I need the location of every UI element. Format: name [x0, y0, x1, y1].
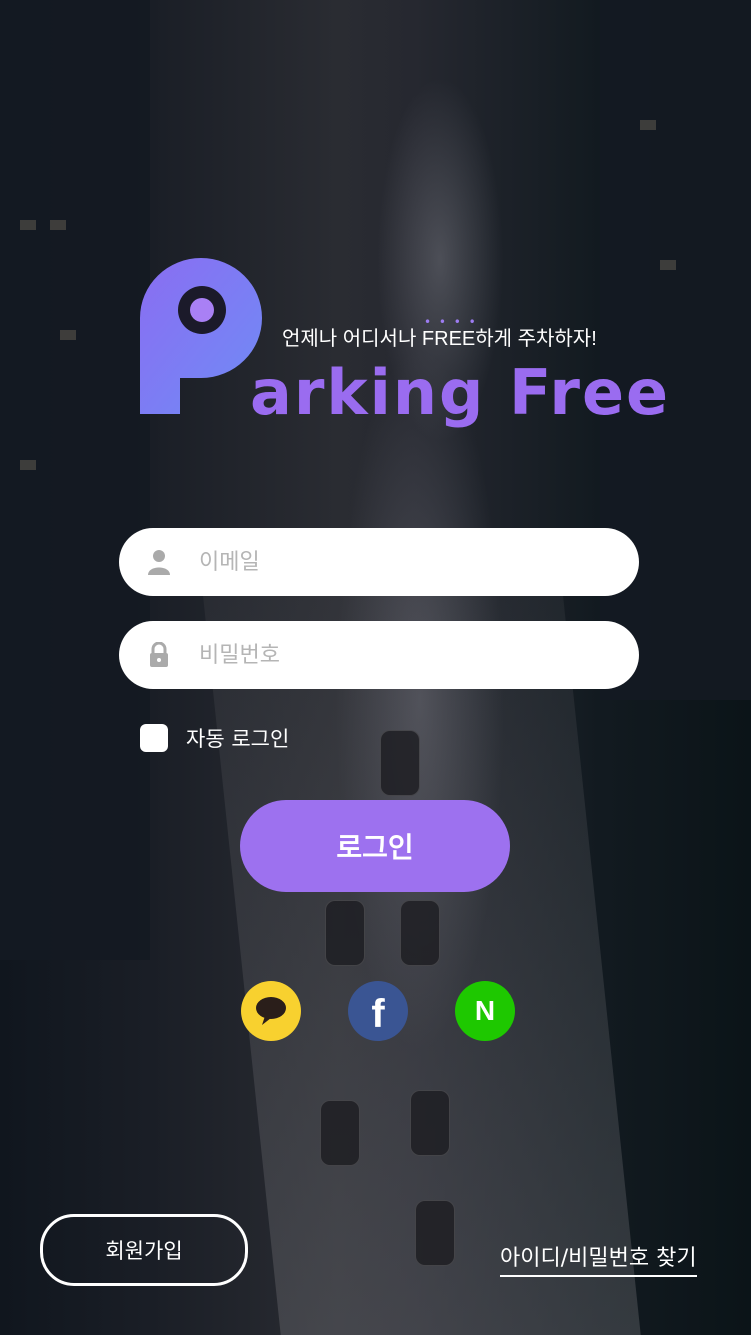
car	[400, 900, 440, 966]
car	[415, 1200, 455, 1266]
auto-login-checkbox[interactable]	[140, 724, 168, 752]
car	[410, 1090, 450, 1156]
user-icon	[119, 549, 199, 575]
building-right	[600, 0, 751, 700]
auto-login-row[interactable]: 자동 로그인	[140, 723, 289, 753]
window-light	[640, 120, 656, 130]
naver-login-button[interactable]: N	[455, 981, 515, 1041]
facebook-login-button[interactable]: f	[348, 981, 408, 1041]
password-input[interactable]	[199, 642, 609, 668]
car	[320, 1100, 360, 1166]
brand-tagline: 언제나 어디서나 FREE하게 주차하자!	[282, 328, 597, 350]
email-input[interactable]	[199, 549, 609, 575]
auto-login-label: 자동 로그인	[186, 727, 290, 751]
brand-wordmark: arking Free	[250, 356, 671, 429]
facebook-icon: f	[371, 991, 385, 1036]
kakao-login-button[interactable]	[241, 981, 301, 1041]
lock-icon	[119, 642, 199, 668]
signup-button[interactable]: 회원가입	[40, 1214, 248, 1286]
find-account-link[interactable]: 아이디/비밀번호 찾기	[500, 1240, 697, 1277]
password-field[interactable]	[119, 621, 639, 689]
naver-icon: N	[474, 995, 496, 1026]
logo-p-icon	[140, 258, 262, 414]
login-button[interactable]: 로그인	[240, 800, 510, 892]
car	[380, 730, 420, 796]
window-light	[20, 220, 36, 230]
window-light	[20, 460, 36, 470]
window-light	[60, 330, 76, 340]
window-light	[660, 260, 676, 270]
building-left	[0, 0, 150, 960]
kakao-talk-icon	[256, 997, 286, 1025]
window-light	[50, 220, 66, 230]
car	[325, 900, 365, 966]
email-field[interactable]	[119, 528, 639, 596]
